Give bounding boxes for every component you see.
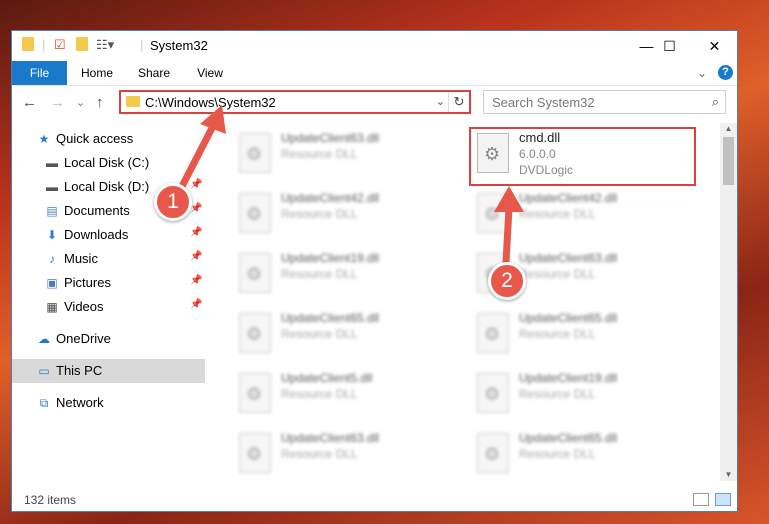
arrow-2-head bbox=[494, 186, 524, 212]
step-1-badge: 1 bbox=[154, 183, 192, 221]
annotation-arrows bbox=[171, 105, 524, 284]
step-2-badge: 2 bbox=[488, 262, 526, 300]
